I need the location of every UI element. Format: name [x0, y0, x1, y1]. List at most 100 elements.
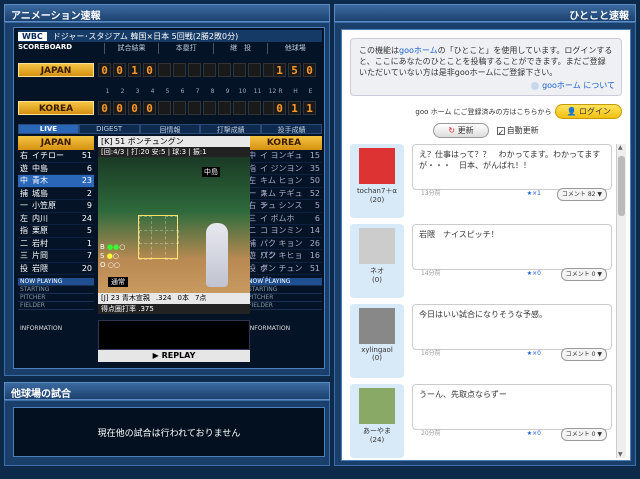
- japan-pitcher[interactable]: PITCHER: [18, 294, 94, 302]
- lineup-row[interactable]: 中イ ヨンギュ 15: [246, 150, 322, 163]
- feed-user[interactable]: ネオ (0): [350, 224, 404, 298]
- inning-number: 6: [180, 88, 185, 95]
- tab-batting-stats[interactable]: 打撃成績: [200, 124, 262, 134]
- korea-pitcher[interactable]: PITCHER: [246, 294, 322, 302]
- lineup-row[interactable]: 中青木 23: [18, 175, 94, 188]
- lineup-pos: 中: [20, 176, 28, 185]
- lineup-row[interactable]: 投岩隈 20: [18, 263, 94, 275]
- feed-user[interactable]: xylingaol (0): [350, 304, 404, 378]
- lineup-pos: 投: [20, 263, 28, 273]
- korea-information[interactable]: INFORMATION: [246, 324, 322, 334]
- goo-home-link[interactable]: gooホーム: [399, 46, 438, 55]
- errors-label: E: [308, 88, 313, 95]
- feed-user[interactable]: tochan7＋α (20): [350, 144, 404, 218]
- comment-button[interactable]: コメント 0 ▼: [560, 268, 607, 281]
- korea-starting[interactable]: STARTING: [246, 286, 322, 294]
- star-count[interactable]: ★×1: [527, 188, 541, 199]
- inning-number: 5: [165, 88, 170, 95]
- lineup-name: 栗原: [32, 226, 48, 235]
- lineup-row[interactable]: 右イチロー 51: [18, 150, 94, 163]
- lineup-row[interactable]: 指イ ジンヨン 35: [246, 163, 322, 175]
- comment-button[interactable]: コメント 82 ▼: [556, 188, 607, 201]
- lineup-row[interactable]: 遊パク キヒョク 16: [246, 250, 322, 273]
- auto-refresh-toggle[interactable]: ✓ 自動更新: [496, 125, 539, 137]
- tab-other-games[interactable]: 他球場: [267, 43, 322, 54]
- tab-inning-info[interactable]: 回情報: [139, 124, 201, 134]
- replay-button[interactable]: ▶ REPLAY: [98, 350, 250, 362]
- japan-inning-4: 0: [143, 63, 156, 77]
- user-name[interactable]: tochan7＋α: [350, 186, 404, 196]
- tab-digest[interactable]: DIGEST: [78, 124, 140, 134]
- korea-errors: 1: [303, 101, 316, 115]
- avatar[interactable]: [359, 148, 395, 184]
- korea-inning-11: [248, 101, 261, 115]
- star-count[interactable]: ★×0: [527, 428, 541, 439]
- japan-information[interactable]: INFORMATION: [18, 324, 94, 334]
- lineup-row[interactable]: 一キム テギュン 52: [246, 188, 322, 210]
- refresh-button[interactable]: ↻ 更新: [433, 123, 489, 138]
- star-count[interactable]: ★×0: [527, 268, 541, 279]
- inning-number: 9: [225, 88, 230, 95]
- batter-hr: 0本: [177, 294, 189, 302]
- korea-inning-4: 0: [143, 101, 156, 115]
- lineup-row[interactable]: 二コ ヨンミン 14: [246, 225, 322, 238]
- comment-button[interactable]: コメント 0 ▼: [560, 348, 607, 361]
- batter-avg: .324: [155, 294, 172, 302]
- lineup-row[interactable]: 右チュ シンス 5: [246, 200, 322, 213]
- notice-text-1: この機能は: [359, 46, 399, 55]
- feed-message: 今日はいい試合になりそうな予感。 16分前 ★×0 コメント 0 ▼: [412, 304, 612, 361]
- lineup-row[interactable]: 左キム ヒョンス 50: [246, 175, 322, 198]
- scroll-down-icon[interactable]: ▼: [618, 451, 623, 458]
- lineup-name: 城島: [32, 188, 48, 198]
- korea-inning-5: [158, 101, 171, 115]
- tab-homerun[interactable]: 本塁打: [158, 43, 213, 54]
- about-goo-home-link[interactable]: gooホーム について: [531, 80, 615, 91]
- lineup-row[interactable]: 一小笠原 9: [18, 200, 94, 213]
- lineup-row[interactable]: 三片岡 7: [18, 250, 94, 263]
- feed-entry: tochan7＋α (20) え？仕事はって？？ わかってます。わかってますが・・・…: [350, 144, 612, 224]
- lineup-row[interactable]: 二岩村 1: [18, 238, 94, 250]
- scroll-thumb[interactable]: [618, 156, 625, 216]
- inning-number: 8: [210, 88, 215, 95]
- korea-now-playing[interactable]: NOW PLAYING: [246, 278, 322, 286]
- korea-fielder[interactable]: FIELDER: [246, 302, 322, 310]
- japan-fielder[interactable]: FIELDER: [18, 302, 94, 310]
- tab-scoreboard[interactable]: SCOREBOARD: [18, 43, 104, 54]
- japan-now-playing[interactable]: NOW PLAYING: [18, 278, 94, 286]
- tab-pitching-stats[interactable]: 投手成績: [261, 124, 322, 134]
- view-tabs: LIVE DIGEST 回情報 打撃成績 投手成績: [18, 124, 322, 134]
- japan-inning-5: [158, 63, 171, 77]
- tab-result[interactable]: 試合結果: [103, 43, 159, 54]
- comment-button[interactable]: コメント 0 ▼: [560, 428, 607, 441]
- lineup-row[interactable]: 三イ ボムホ 6: [246, 213, 322, 225]
- lineup-row[interactable]: 投ボン チュングン51: [246, 263, 322, 285]
- avatar[interactable]: [359, 388, 395, 424]
- korea-team-name: KOREA: [18, 101, 94, 115]
- user-name[interactable]: ネオ: [350, 266, 404, 276]
- lineup-row[interactable]: 捕パク キョンワン 26: [246, 238, 322, 260]
- japan-inning-7: [188, 63, 201, 77]
- avatar[interactable]: [359, 228, 395, 264]
- user-name[interactable]: xylingaol: [350, 346, 404, 354]
- feed-user[interactable]: あーやま (24): [350, 384, 404, 458]
- lineup-row[interactable]: 捕城島 2: [18, 188, 94, 200]
- user-name[interactable]: あーやま: [350, 426, 404, 436]
- lineup-row[interactable]: 左内川 24: [18, 213, 94, 225]
- avatar[interactable]: [359, 308, 395, 344]
- message-text: うーん、先取点ならずー: [419, 390, 507, 399]
- login-button[interactable]: 👤 ログイン: [555, 104, 622, 119]
- login-row: goo ホーム にご登録済みの方はこちらから 👤 ログイン: [350, 104, 622, 119]
- star-count[interactable]: ★×0: [527, 348, 541, 359]
- tab-live[interactable]: LIVE: [18, 124, 79, 134]
- feed-scrollbar[interactable]: ▲ ▼: [616, 144, 626, 458]
- scroll-up-icon[interactable]: ▲: [618, 144, 623, 151]
- lineup-num: 23: [81, 176, 92, 185]
- tab-relief[interactable]: 継 投: [212, 43, 268, 54]
- inning-number: 10: [238, 88, 247, 95]
- lineup-row[interactable]: 遊中島 6: [18, 163, 94, 175]
- lineup-name: 中島: [32, 163, 48, 173]
- japan-starting[interactable]: STARTING: [18, 286, 94, 294]
- other-games-panel: 現在他の試合は行われておりません: [4, 400, 330, 466]
- auto-refresh-checkbox[interactable]: ✓: [496, 126, 505, 137]
- lineup-row[interactable]: 指栗原 5: [18, 225, 94, 238]
